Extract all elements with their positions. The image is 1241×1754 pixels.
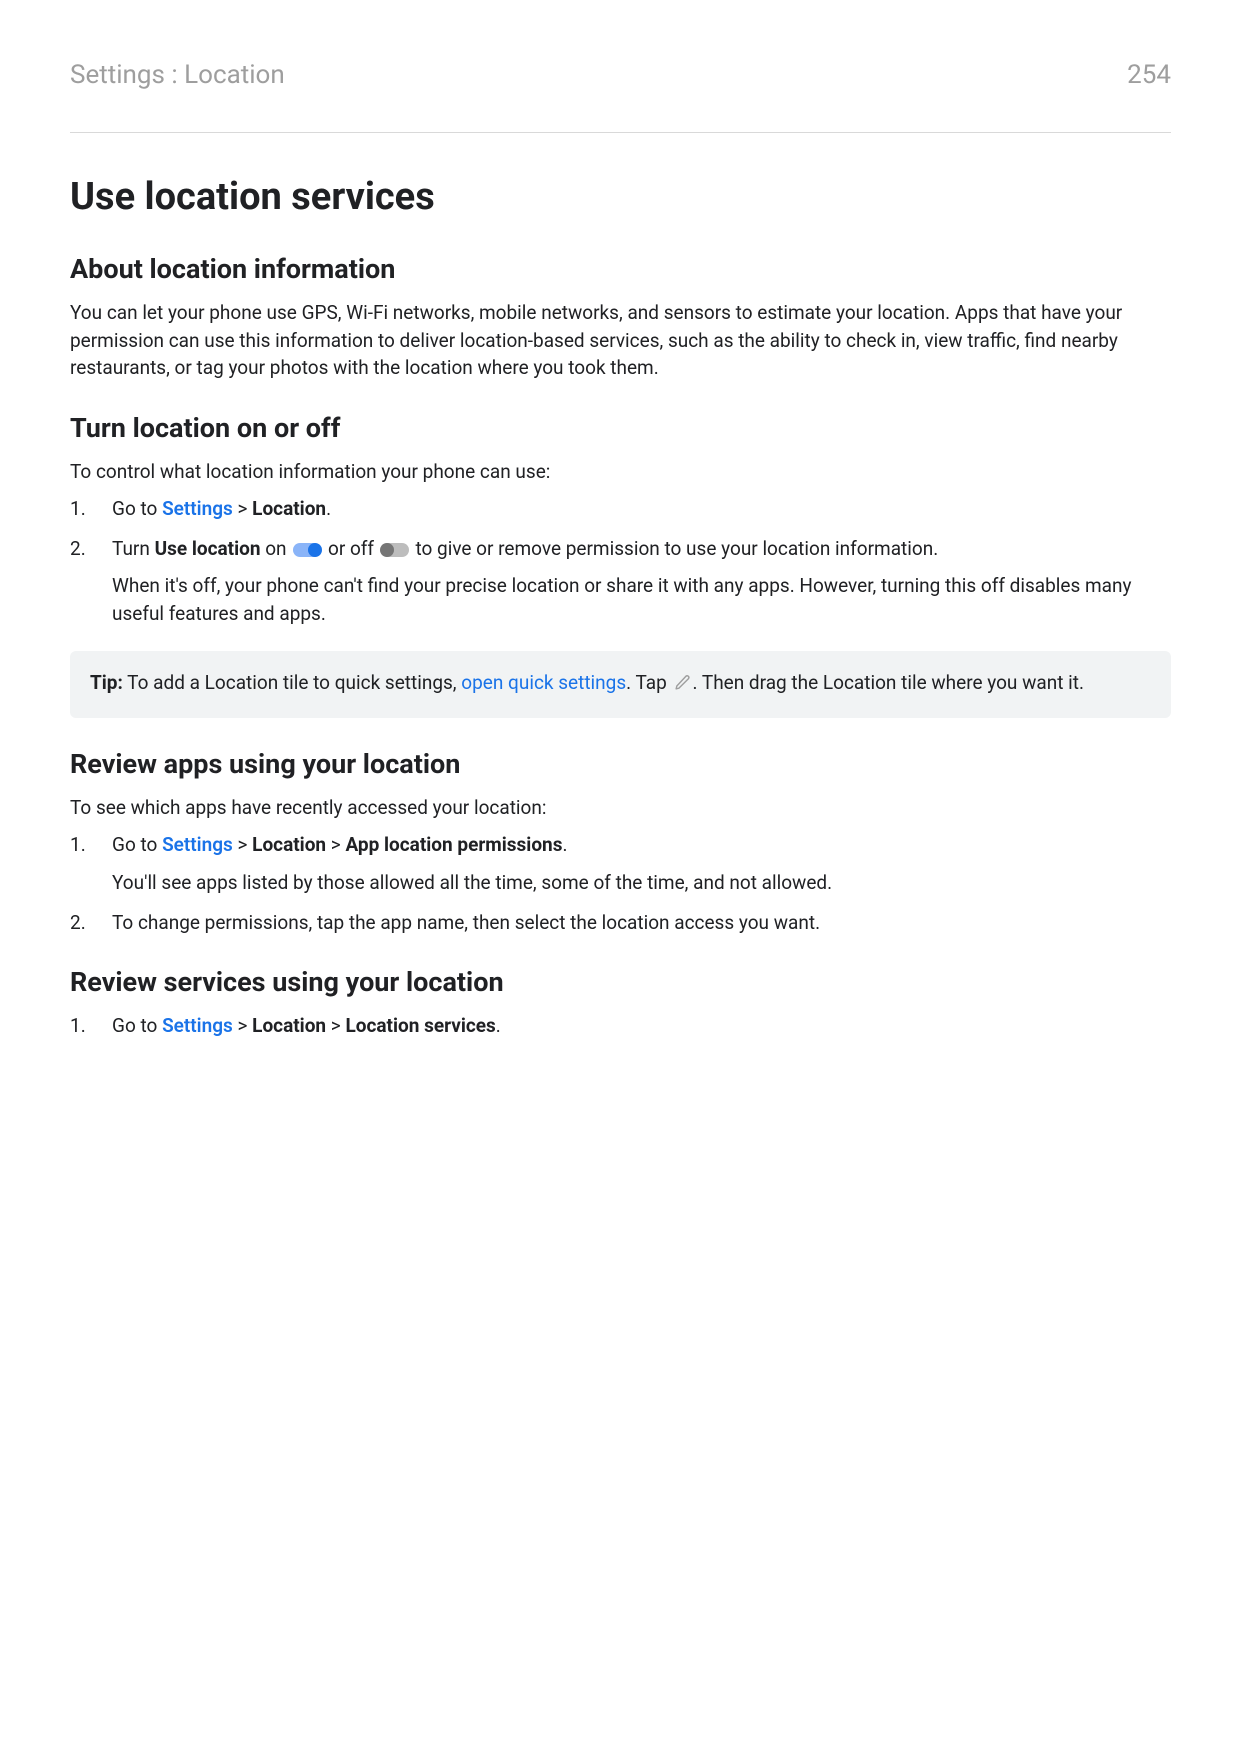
- tip-text: To add a Location tile to quick settings…: [123, 671, 461, 694]
- step-text: >: [233, 833, 252, 856]
- step-text: >: [326, 833, 345, 856]
- page-number: 254: [1127, 60, 1171, 90]
- tip-box: Tip: To add a Location tile to quick set…: [70, 651, 1171, 718]
- heading-about: About location information: [70, 253, 1171, 285]
- step-text: >: [233, 1014, 252, 1037]
- tip-text: . Tap: [626, 671, 671, 694]
- list-review-services-steps: Go to Settings > Location > Location ser…: [70, 1012, 1171, 1040]
- list-item: Go to Settings > Location.: [70, 495, 1171, 523]
- step-text: >: [233, 497, 252, 520]
- step-note: You'll see apps listed by those allowed …: [112, 869, 1171, 897]
- paragraph-review-apps-intro: To see which apps have recently accessed…: [70, 794, 1171, 822]
- step-text: Go to: [112, 833, 162, 856]
- tip-label: Tip:: [90, 671, 123, 694]
- tip-text: . Then drag the Location tile where you …: [693, 671, 1085, 694]
- list-turn-steps: Go to Settings > Location. Turn Use loca…: [70, 495, 1171, 627]
- heading-review-services: Review services using your location: [70, 966, 1171, 998]
- step-text: Go to: [112, 497, 162, 520]
- list-item: Go to Settings > Location > Location ser…: [70, 1012, 1171, 1040]
- bold-app-location-permissions: App location permissions: [345, 833, 562, 856]
- bold-use-location: Use location: [155, 537, 261, 560]
- toggle-off-icon: [381, 543, 409, 557]
- step-text: To change permissions, tap the app name,…: [112, 911, 820, 934]
- list-item: To change permissions, tap the app name,…: [70, 909, 1171, 937]
- bold-location: Location: [252, 497, 326, 520]
- link-settings[interactable]: Settings: [162, 833, 233, 856]
- step-text: or off: [323, 537, 378, 560]
- link-open-quick-settings[interactable]: open quick settings: [461, 671, 626, 694]
- page-header: Settings : Location 254: [70, 60, 1171, 133]
- list-item: Go to Settings > Location > App location…: [70, 831, 1171, 896]
- toggle-on-icon: [293, 543, 321, 557]
- link-settings[interactable]: Settings: [162, 1014, 233, 1037]
- step-text: to give or remove permission to use your…: [411, 537, 938, 560]
- list-review-apps-steps: Go to Settings > Location > App location…: [70, 831, 1171, 936]
- step-text: .: [562, 833, 567, 856]
- bold-location: Location: [252, 1014, 326, 1037]
- heading-review-apps: Review apps using your location: [70, 748, 1171, 780]
- step-text: .: [326, 497, 331, 520]
- bold-location-services: Location services: [345, 1014, 495, 1037]
- paragraph-turn-intro: To control what location information you…: [70, 458, 1171, 486]
- paragraph-about: You can let your phone use GPS, Wi-Fi ne…: [70, 299, 1171, 382]
- step-text: Go to: [112, 1014, 162, 1037]
- step-note: When it's off, your phone can't find you…: [112, 572, 1171, 627]
- link-settings[interactable]: Settings: [162, 497, 233, 520]
- pencil-icon: [674, 671, 691, 700]
- step-text: Turn: [112, 537, 155, 560]
- heading-turn-location: Turn location on or off: [70, 412, 1171, 444]
- page-title: Use location services: [70, 175, 1171, 219]
- bold-location: Location: [252, 833, 326, 856]
- step-text: >: [326, 1014, 345, 1037]
- list-item: Turn Use location on or off to give or r…: [70, 535, 1171, 628]
- step-text: on: [261, 537, 292, 560]
- step-text: .: [496, 1014, 501, 1037]
- breadcrumb: Settings : Location: [70, 60, 285, 90]
